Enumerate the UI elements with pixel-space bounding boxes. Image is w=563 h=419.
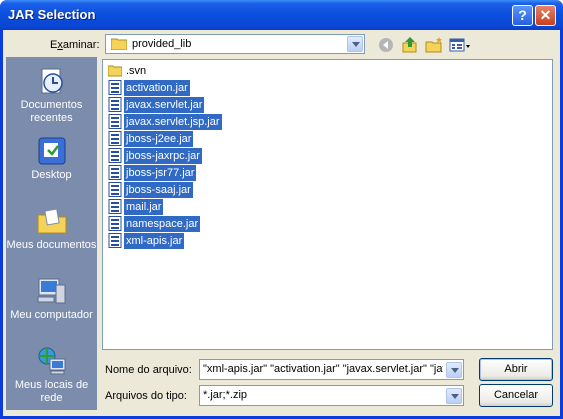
places-bar: Documentos recentes Desktop Meus documen… xyxy=(6,57,97,410)
place-network[interactable]: Meus locais de rede xyxy=(6,345,97,405)
recent-documents-icon xyxy=(41,68,63,94)
place-label: Meu computador xyxy=(10,309,93,321)
dialog-body: Examinar: provided_lib Documentos recent… xyxy=(3,30,560,416)
list-item[interactable]: mail.jar xyxy=(108,199,164,215)
jar-file-icon xyxy=(108,216,122,231)
help-button[interactable]: ? xyxy=(512,5,533,26)
filename-value: "xml-apis.jar" "activation.jar" "javax.s… xyxy=(203,363,443,375)
list-item[interactable]: jboss-jsr77.jar xyxy=(108,165,197,181)
file-name: .svn xyxy=(126,65,147,77)
look-in-value: provided_lib xyxy=(132,38,192,50)
folder-icon xyxy=(108,65,122,77)
file-name: namespace.jar xyxy=(124,216,201,232)
filetype-select[interactable]: *.jar;*.zip xyxy=(199,385,464,406)
file-name: xml-apis.jar xyxy=(124,233,185,249)
filename-field[interactable]: "xml-apis.jar" "activation.jar" "javax.s… xyxy=(199,359,464,380)
filetype-value: *.jar;*.zip xyxy=(203,389,248,401)
jar-file-icon xyxy=(108,114,122,129)
look-in-label: Examinar: xyxy=(50,39,100,51)
filetype-label: Arquivos do tipo: xyxy=(105,390,187,402)
list-item-folder[interactable]: .svn xyxy=(108,63,148,79)
list-item[interactable]: xml-apis.jar xyxy=(108,233,185,249)
folder-icon xyxy=(111,38,127,50)
place-label: Meus documentos xyxy=(6,239,97,251)
list-item[interactable]: jboss-j2ee.jar xyxy=(108,131,194,147)
jar-file-icon xyxy=(108,148,122,163)
file-name: javax.servlet.jar xyxy=(124,97,205,113)
back-icon[interactable] xyxy=(377,36,395,54)
jar-file-icon xyxy=(108,97,122,112)
my-computer-icon xyxy=(37,278,65,304)
jar-file-icon xyxy=(108,199,122,214)
dialog-window: JAR Selection ? ✕ Examinar: provided_lib xyxy=(0,0,563,419)
my-documents-icon xyxy=(37,208,66,234)
desktop-icon xyxy=(38,137,65,165)
close-button[interactable]: ✕ xyxy=(535,5,556,26)
filename-label: Nome do arquivo: xyxy=(105,364,192,376)
network-places-icon xyxy=(38,347,65,375)
jar-file-icon xyxy=(108,233,122,248)
chevron-down-icon[interactable] xyxy=(347,36,363,52)
chevron-down-icon[interactable] xyxy=(446,362,462,378)
list-item[interactable]: namespace.jar xyxy=(108,216,201,232)
jar-file-icon xyxy=(108,182,122,197)
jar-file-icon xyxy=(108,80,122,95)
file-list[interactable]: .svn activation.jar javax.servlet.jar ja… xyxy=(102,59,553,350)
up-folder-icon[interactable] xyxy=(401,36,419,54)
file-name: mail.jar xyxy=(124,199,164,215)
title-bar[interactable]: JAR Selection ? ✕ xyxy=(0,0,563,30)
file-name: jboss-j2ee.jar xyxy=(124,131,194,147)
place-desktop[interactable]: Desktop xyxy=(6,135,97,182)
jar-file-icon xyxy=(108,165,122,180)
place-label: Desktop xyxy=(31,169,72,181)
list-item[interactable]: activation.jar xyxy=(108,80,190,96)
place-label: Meus locais de rede xyxy=(14,379,89,404)
file-name: javax.servlet.jsp.jar xyxy=(124,114,222,130)
chevron-down-icon[interactable] xyxy=(446,388,462,404)
place-my-computer[interactable]: Meu computador xyxy=(6,275,97,322)
file-name: jboss-jaxrpc.jar xyxy=(124,148,202,164)
list-item[interactable]: jboss-saaj.jar xyxy=(108,182,193,198)
place-my-documents[interactable]: Meus documentos xyxy=(6,205,97,252)
place-recent-documents[interactable]: Documentos recentes xyxy=(6,65,97,125)
list-item[interactable]: javax.servlet.jar xyxy=(108,97,205,113)
list-item[interactable]: javax.servlet.jsp.jar xyxy=(108,114,222,130)
open-button[interactable]: Abrir xyxy=(479,358,553,381)
window-title: JAR Selection xyxy=(8,7,96,22)
place-label: Documentos recentes xyxy=(20,99,83,124)
new-folder-icon[interactable] xyxy=(425,36,443,54)
file-name: jboss-saaj.jar xyxy=(124,182,193,198)
file-name: activation.jar xyxy=(124,80,190,96)
view-menu-icon[interactable] xyxy=(449,36,471,54)
list-item[interactable]: jboss-jaxrpc.jar xyxy=(108,148,202,164)
look-in-combo[interactable]: provided_lib xyxy=(105,34,365,54)
file-name: jboss-jsr77.jar xyxy=(124,165,197,181)
jar-file-icon xyxy=(108,131,122,146)
cancel-button[interactable]: Cancelar xyxy=(479,384,553,407)
